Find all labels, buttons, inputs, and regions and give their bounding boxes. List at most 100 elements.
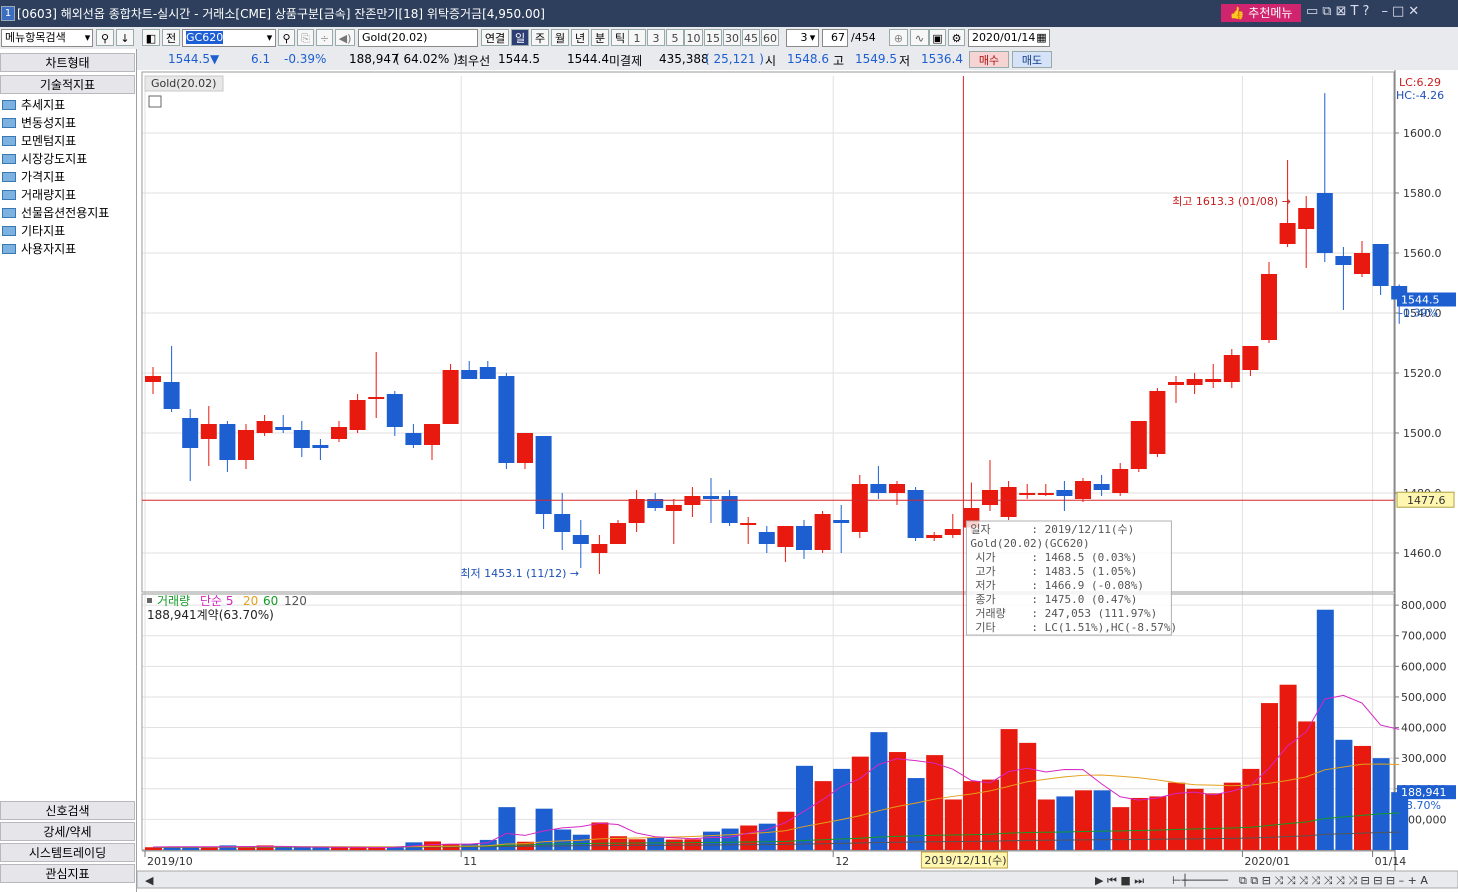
volume-bar <box>1000 729 1018 850</box>
volume-bar <box>1019 742 1037 850</box>
period-tab-0[interactable]: 일 <box>511 29 529 46</box>
tooltip-row-value: : 1468.5 (0.03%) <box>1031 551 1137 564</box>
interval-button-4[interactable]: 15 <box>704 29 722 46</box>
x-tick-label: 01/14 <box>1375 855 1407 868</box>
candle-body <box>256 421 273 433</box>
volume-bar <box>963 781 981 850</box>
interval-button-1[interactable]: 3 <box>647 29 665 46</box>
interval-button-7[interactable]: 60 <box>761 29 779 46</box>
count-input[interactable]: 67 <box>822 29 848 47</box>
volume-legend-ma120: 120 <box>284 594 307 608</box>
copy-icon[interactable]: ⎘ <box>297 29 314 46</box>
indicator-category-item[interactable]: 모멘텀지표 <box>2 132 76 149</box>
gear-icon[interactable]: ⚙ <box>948 29 965 46</box>
folder-icon <box>2 118 16 128</box>
candle-body <box>349 400 366 430</box>
indicator-category-item[interactable]: 사용자지표 <box>2 240 76 257</box>
menu-search-input[interactable]: 메뉴항목검색 <box>1 29 93 47</box>
indicator-category-item[interactable]: 시장강도지표 <box>2 150 87 167</box>
indicator-category-item[interactable]: 선물옵션전용지표 <box>2 204 109 221</box>
interval-dropdown-icon[interactable]: ▾ <box>806 29 819 46</box>
indicator-category-label: 선물옵션전용지표 <box>21 206 110 220</box>
candle-body <box>145 376 161 382</box>
candle-body <box>1000 487 1017 517</box>
calc-icon[interactable]: ÷ <box>316 29 333 46</box>
recommend-menu-button[interactable]: 👍 추천메뉴 <box>1221 4 1301 22</box>
layout-icon[interactable]: ▭ <box>1306 4 1322 19</box>
candle-body <box>870 484 887 493</box>
tooltip-row-label: 기타 <box>975 621 995 634</box>
tooltip-row-label: 거래량 <box>975 607 1005 620</box>
indicator-icon[interactable]: ∿ <box>910 29 929 46</box>
chart-type-header[interactable]: 차트형태 <box>0 53 135 72</box>
volume-bar <box>1093 790 1111 850</box>
speaker-icon[interactable]: ◀) <box>335 29 355 46</box>
search-icon[interactable]: ⚲ <box>96 29 114 46</box>
favorite-indicator-button[interactable]: 관심지표 <box>0 864 135 883</box>
zoom-icon[interactable]: ⊕ <box>889 29 908 46</box>
candle-body <box>1335 256 1352 265</box>
volume-current-label: 188,941 <box>1401 786 1447 799</box>
signal-search-button[interactable]: 신호검색 <box>0 801 135 820</box>
calendar-icon[interactable]: ▦ <box>1034 29 1049 46</box>
system-trading-button[interactable]: 시스템트레이딩 <box>0 843 135 862</box>
indicator-category-label: 추세지표 <box>21 98 66 112</box>
indicator-category-item[interactable]: 변동성지표 <box>2 114 76 131</box>
tech-indicator-header[interactable]: 기술적지표 <box>0 75 135 94</box>
symbol-search-icon[interactable]: ⚲ <box>278 29 295 46</box>
minimize-icon[interactable]: – <box>1382 4 1393 19</box>
interval-button-2[interactable]: 5 <box>666 29 684 46</box>
close-icon[interactable]: ✕ <box>1408 4 1423 19</box>
period-tab-3[interactable]: 년 <box>571 29 589 46</box>
candle-body <box>1205 379 1222 382</box>
period-tab-4[interactable]: 분 <box>591 29 609 46</box>
indicator-sidebar: 차트형태 기술적지표 추세지표변동성지표 모멘텀지표 시장강도지표 가격지표 거래량지표… <box>0 49 137 892</box>
interval-button-3[interactable]: 10 <box>684 29 703 46</box>
link-button[interactable]: 연결 <box>481 29 509 46</box>
font-icon[interactable]: T <box>1351 4 1363 19</box>
tooltip-row-label: 고가 <box>975 565 995 578</box>
symbol-code-input[interactable]: GC620 <box>182 29 276 47</box>
prev-button[interactable]: 전 <box>162 29 180 46</box>
indicator-category-item[interactable]: 가격지표 <box>2 168 65 185</box>
maximize-icon[interactable]: □ <box>1392 4 1408 19</box>
menu-search-dropdown-icon[interactable]: ▾ <box>81 29 94 46</box>
volume-legend-type: 단순 5 <box>200 594 234 608</box>
split-view-icon[interactable]: ◧ <box>142 29 160 46</box>
symbol-dropdown-icon[interactable]: ▾ <box>263 29 276 46</box>
strength-button[interactable]: 강세/약세 <box>0 822 135 841</box>
indicator-category-item[interactable]: 기타지표 <box>2 222 65 239</box>
down-arrow-icon[interactable]: ↓ <box>116 29 134 46</box>
open-interest-label: 미결제 <box>609 54 643 68</box>
interval-button-0[interactable]: 1 <box>628 29 646 46</box>
price-change: 6.1 <box>251 52 271 66</box>
price-chart[interactable]: 1460.01480.01500.01520.01540.01560.01580… <box>137 70 1458 892</box>
volume-bar <box>572 834 590 850</box>
indicator-category-item[interactable]: 거래량지표 <box>2 186 76 203</box>
buy-button[interactable]: 매수 <box>969 51 1009 68</box>
period-tab-2[interactable]: 월 <box>551 29 569 46</box>
volume-bar <box>870 732 888 850</box>
hc-label: HC:-4.26 <box>1396 89 1444 102</box>
volume-bar <box>628 839 646 850</box>
candle-body <box>517 433 533 463</box>
interval-button-5[interactable]: 30 <box>723 29 741 46</box>
candle-body <box>610 523 626 544</box>
pin-icon[interactable]: ⊠ <box>1336 4 1351 19</box>
candle-body <box>1279 223 1296 244</box>
sell-button[interactable]: 매도 <box>1012 51 1052 68</box>
tooltip-row-label: 저가 <box>975 579 995 592</box>
volume-tick-label: 300,000 <box>1401 752 1447 765</box>
restore-icon[interactable]: ⧉ <box>1322 4 1335 19</box>
save-icon[interactable]: ▣ <box>929 29 946 46</box>
help-icon[interactable]: ? <box>1362 4 1373 19</box>
interval-button-6[interactable]: 45 <box>742 29 760 46</box>
high-label: 고 <box>833 54 845 68</box>
title-bar: 1 [0603] 해외선옵 종합차트-실시간 - 거래소[CME] 상품구분[금… <box>0 0 1458 27</box>
indicator-category-label: 기타지표 <box>21 224 66 238</box>
folder-icon <box>2 100 16 110</box>
period-tab-5[interactable]: 틱 <box>611 29 629 46</box>
period-tab-1[interactable]: 주 <box>531 29 549 46</box>
volume-bar <box>1186 788 1204 850</box>
indicator-category-item[interactable]: 추세지표 <box>2 96 65 113</box>
